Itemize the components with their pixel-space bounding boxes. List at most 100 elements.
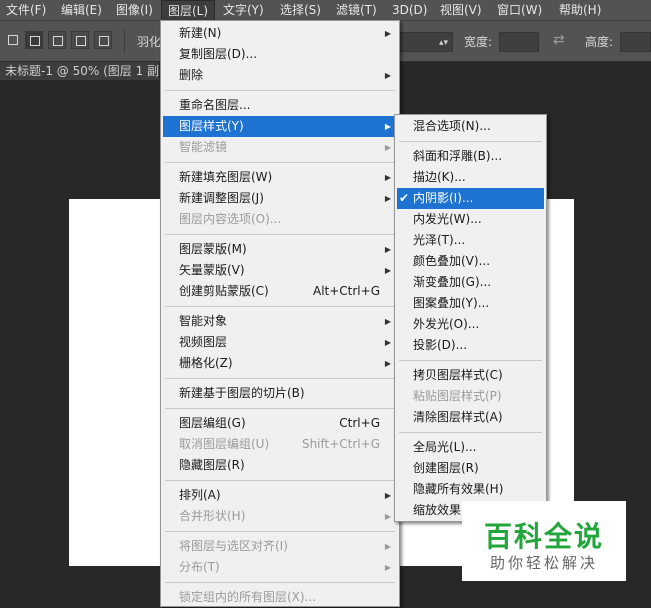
menubar-item-5[interactable]: 选择(S) xyxy=(274,0,327,20)
menu-bar: 文件(F) 编辑(E) 图像(I) 图层(L) 文字(Y) 选择(S) 滤镜(T) 3D(D)… xyxy=(0,0,651,21)
add-to-selection-icon[interactable] xyxy=(48,31,66,49)
submenu-arrow-icon: ▶ xyxy=(384,266,391,275)
menu-item-label: 内阴影(I)... xyxy=(413,191,474,205)
menu-item-label: 创建图层(R) xyxy=(413,461,479,475)
submenu-arrow-icon: ▶ xyxy=(384,512,391,521)
menu-item: 将图层与选区对齐(I) ▶ xyxy=(163,536,397,557)
menu-item-label: 图层编组(G) xyxy=(179,416,246,430)
menu-item-shortcut: Alt+Ctrl+G xyxy=(312,284,380,298)
menu-item-label: 图层蒙版(M) xyxy=(179,242,247,256)
menu-item[interactable]: 重命名图层... xyxy=(163,95,397,116)
menu-item[interactable]: 斜面和浮雕(B)... xyxy=(397,146,544,167)
menubar-item-3[interactable]: 图层(L) xyxy=(161,0,216,21)
menubar-item-4[interactable]: 文字(Y) xyxy=(217,0,270,20)
menu-separator xyxy=(165,531,395,532)
watermark-subtitle: 助你轻松解决 xyxy=(490,554,599,572)
menu-item[interactable]: 创建剪贴蒙版(C) Alt+Ctrl+G xyxy=(163,281,397,302)
menu-item[interactable]: 渐变叠加(G)... xyxy=(397,272,544,293)
menu-separator xyxy=(399,432,542,433)
submenu-arrow-icon: ▶ xyxy=(384,194,391,203)
menu-item-label: 删除 xyxy=(179,68,204,82)
menu-item-label: 栅格化(Z) xyxy=(179,356,233,370)
feather-label: 羽化 xyxy=(137,35,162,49)
menubar-item-2[interactable]: 图像(I) xyxy=(110,0,159,20)
menu-separator xyxy=(165,582,395,583)
menubar-item-1[interactable]: 编辑(E) xyxy=(55,0,108,20)
menu-item-label: 创建剪贴蒙版(C) xyxy=(179,284,269,298)
menu-item-label: 智能对象 xyxy=(179,314,228,328)
menubar-item-10[interactable]: 帮助(H) xyxy=(553,0,607,20)
menu-item-shortcut: Ctrl+G xyxy=(339,416,380,430)
menu-item[interactable]: 新建填充图层(W) ▶ xyxy=(163,167,397,188)
menu-item[interactable]: 新建基于图层的切片(B) xyxy=(163,383,397,404)
menu-item-label: 排列(A) xyxy=(179,488,221,502)
menu-item[interactable]: 图层样式(Y) ▶ xyxy=(163,116,397,137)
menu-item-label: 图层内容选项(O)... xyxy=(179,212,282,226)
submenu-arrow-icon: ▶ xyxy=(384,542,391,551)
menu-separator xyxy=(165,408,395,409)
menu-item[interactable]: 描边(K)... xyxy=(397,167,544,188)
menu-item[interactable]: 创建图层(R) xyxy=(397,458,544,479)
menu-item[interactable]: 颜色叠加(V)... xyxy=(397,251,544,272)
menu-item-label: 外发光(O)... xyxy=(413,317,480,331)
new-selection-icon[interactable] xyxy=(25,31,43,49)
height-input[interactable] xyxy=(620,32,651,52)
menubar-item-8[interactable]: 视图(V) xyxy=(434,0,488,20)
height-label: 高度: xyxy=(585,35,614,49)
menubar-item-9[interactable]: 窗口(W) xyxy=(491,0,548,20)
document-tab[interactable]: 未标题-1 @ 50% (图层 1 副本 xyxy=(0,62,160,80)
menu-item[interactable]: 新建(N) ▶ xyxy=(163,23,397,44)
menu-item[interactable]: 光泽(T)... xyxy=(397,230,544,251)
menu-item[interactable]: 外发光(O)... xyxy=(397,314,544,335)
menu-item[interactable]: 隐藏所有效果(H) xyxy=(397,479,544,500)
menu-separator xyxy=(399,360,542,361)
menu-item-label: 重命名图层... xyxy=(179,98,251,112)
menu-item[interactable]: 新建调整图层(J) ▶ xyxy=(163,188,397,209)
menu-item[interactable]: 混合选项(N)... xyxy=(397,116,544,137)
menu-item-label: 新建(N) xyxy=(179,26,222,40)
menubar-item-6[interactable]: 滤镜(T) xyxy=(330,0,383,20)
layer-style-submenu: 混合选项(N)... 斜面和浮雕(B)... 描边(K)... ✔ 内阴影(I)... 内… xyxy=(394,114,547,522)
menu-item[interactable]: 全局光(L)... xyxy=(397,437,544,458)
submenu-arrow-icon: ▶ xyxy=(384,71,391,80)
menu-item[interactable]: 智能对象 ▶ xyxy=(163,311,397,332)
menu-item-label: 智能滤镜 xyxy=(179,140,228,154)
intersect-selection-icon[interactable] xyxy=(94,31,112,49)
menu-item[interactable]: 栅格化(Z) ▶ xyxy=(163,353,397,374)
menu-item[interactable]: 隐藏图层(R) xyxy=(163,455,397,476)
menu-item[interactable]: 图层编组(G) Ctrl+G xyxy=(163,413,397,434)
menu-item[interactable]: 清除图层样式(A) xyxy=(397,407,544,428)
menu-item-label: 隐藏所有效果(H) xyxy=(413,482,504,496)
menu-separator xyxy=(165,306,395,307)
menu-item[interactable]: 投影(D)... xyxy=(397,335,544,356)
menu-item[interactable]: 排列(A) ▶ xyxy=(163,485,397,506)
menu-item[interactable]: 视频图层 ▶ xyxy=(163,332,397,353)
toolbar-divider xyxy=(124,29,125,53)
menu-item-label: 新建填充图层(W) xyxy=(179,170,273,184)
menu-item-label: 清除图层样式(A) xyxy=(413,410,503,424)
width-input[interactable] xyxy=(499,32,539,52)
submenu-arrow-icon: ▶ xyxy=(384,122,391,131)
menubar-item-0[interactable]: 文件(F) xyxy=(0,0,52,20)
menu-item-label: 光泽(T)... xyxy=(413,233,466,247)
checkmark-icon: ✔ xyxy=(399,191,410,205)
subtract-selection-icon[interactable] xyxy=(71,31,89,49)
menu-item[interactable]: 删除 ▶ xyxy=(163,65,397,86)
watermark-logo: 百科全说 助你轻松解决 xyxy=(462,501,626,581)
submenu-arrow-icon: ▶ xyxy=(384,359,391,368)
menubar-item-7[interactable]: 3D(D) xyxy=(386,0,433,20)
menu-item[interactable]: 图案叠加(Y)... xyxy=(397,293,544,314)
menu-item[interactable]: 拷贝图层样式(C) xyxy=(397,365,544,386)
submenu-arrow-icon: ▶ xyxy=(384,317,391,326)
menu-item[interactable]: ✔ 内阴影(I)... xyxy=(397,188,544,209)
menu-separator xyxy=(165,162,395,163)
swap-dimensions-icon[interactable]: ⇄ xyxy=(553,32,565,48)
menu-item-label: 分布(T) xyxy=(179,560,220,574)
menu-item-label: 将图层与选区对齐(I) xyxy=(179,539,288,553)
tool-preset-arrow-icon[interactable] xyxy=(4,31,18,49)
layer-menu: 新建(N) ▶ 复制图层(D)... 删除 ▶ 重命名图层... 图层样式(Y) ▶ 智能滤镜 ▶… xyxy=(160,20,400,607)
menu-item[interactable]: 矢量蒙版(V) ▶ xyxy=(163,260,397,281)
menu-item[interactable]: 图层蒙版(M) ▶ xyxy=(163,239,397,260)
menu-item[interactable]: 复制图层(D)... xyxy=(163,44,397,65)
menu-item[interactable]: 内发光(W)... xyxy=(397,209,544,230)
